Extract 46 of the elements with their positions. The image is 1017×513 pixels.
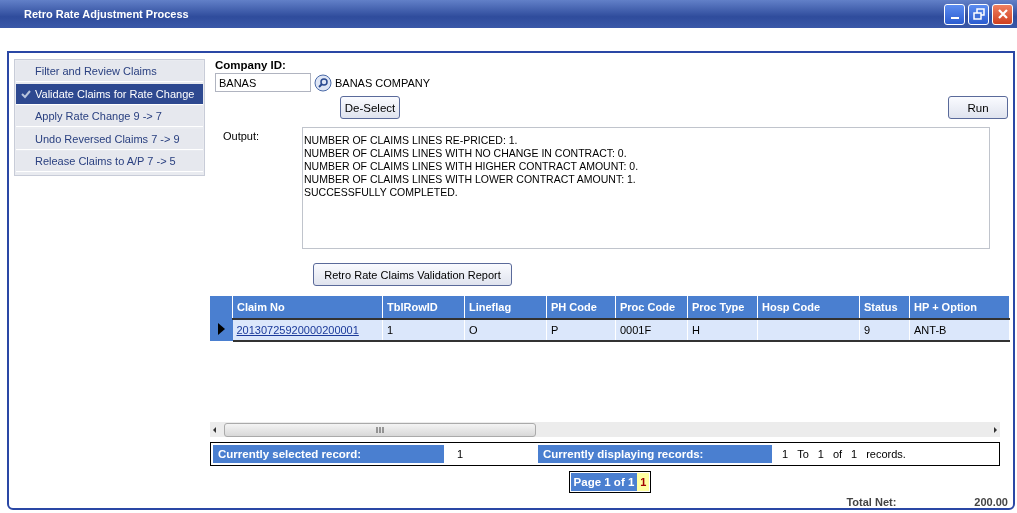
page-link[interactable]: 1: [637, 473, 650, 491]
table-cell: 1: [387, 324, 394, 336]
window-title: Retro Rate Adjustment Process: [24, 8, 189, 20]
check-icon: [20, 88, 31, 99]
page-label: Page 1 of 1: [570, 473, 638, 491]
table-cell: O: [469, 324, 478, 336]
output-line: NUMBER OF CLAIMS LINES RE-PRICED: 1.: [304, 134, 519, 147]
table-cell: ANT-B: [914, 324, 947, 336]
report-button[interactable]: Retro Rate Claims Validation Report: [313, 263, 512, 286]
output-label: Output:: [222, 129, 261, 144]
records-value: 1: [851, 448, 858, 460]
minimize-button[interactable]: [944, 3, 965, 25]
output-line: NUMBER OF CLAIMS LINES WITH HIGHER CONTRACT AMOUNT: 0.: [304, 160, 640, 173]
records-value: To: [797, 448, 809, 460]
records-label: Currently displaying records:: [538, 445, 772, 463]
total-value: 200.00: [974, 496, 1008, 508]
records-value: 1: [782, 448, 789, 460]
records-value: 1: [456, 447, 465, 462]
field-label: Company ID:: [215, 59, 287, 71]
company-name: BANAS COMPANY: [335, 76, 431, 89]
table-cell: H: [692, 324, 700, 336]
sidebar-item[interactable]: Validate Claims for Rate Change: [16, 83, 203, 105]
output-line: NUMBER OF CLAIMS LINES WITH NO CHANGE IN CONTRACT: 0.: [304, 147, 628, 160]
table-cell: 0001F: [620, 324, 652, 336]
minimize-icon: [950, 17, 959, 19]
grip-icon: [374, 425, 386, 434]
close-button[interactable]: [992, 3, 1013, 25]
total-label: Total Net:: [846, 496, 897, 508]
table-cell: P: [551, 324, 559, 336]
search-icon[interactable]: [314, 73, 332, 92]
restore-button[interactable]: [968, 3, 989, 25]
close-icon: [996, 8, 1009, 20]
records-value: records.: [866, 448, 906, 460]
records-value: 1: [817, 448, 824, 460]
output-line: SUCCESSFULLY COMPLETED.: [304, 186, 459, 199]
records-value: of: [832, 448, 843, 460]
records-label: Currently selected record:: [213, 445, 444, 463]
company-id-field[interactable]: BANAS: [215, 73, 311, 92]
output-line: NUMBER OF CLAIMS LINES WITH LOWER CONTRACT AMOUNT: 1.: [304, 173, 637, 186]
horizontal-scrollbar[interactable]: [210, 422, 1000, 437]
restore-icon: [972, 8, 985, 20]
column-header[interactable]: Claim No: [232, 296, 383, 319]
table-cell: 9: [864, 324, 871, 336]
run-button[interactable]: Run: [948, 96, 1008, 119]
deselect-button[interactable]: De-Select: [340, 96, 400, 119]
output-field[interactable]: [302, 127, 990, 249]
